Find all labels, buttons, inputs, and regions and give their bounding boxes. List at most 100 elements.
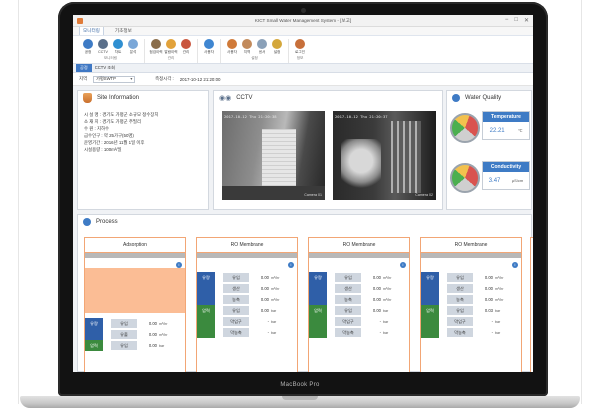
row-category: 압력 [309, 305, 327, 316]
site-info-line: 소 재 지 : 경기도 가평군 주필리 [84, 119, 142, 124]
region-icon [242, 39, 252, 49]
camera-name: Camera 02 [415, 193, 433, 197]
camera-feed-2[interactable]: 2017-10-12 Thu 21:20:37 Camera 02 [333, 111, 436, 200]
user-icon [227, 39, 237, 49]
metric-unit: ℃ [517, 128, 523, 133]
doc-tab-badge[interactable]: 공정 [76, 64, 92, 72]
row-category [197, 327, 215, 338]
ribbon-button[interactable]: 사용자 [203, 39, 215, 55]
row-value: 0.00 [148, 343, 157, 348]
ribbon-button[interactable]: 지역 [241, 39, 253, 55]
process-card-title: RO Membrane [421, 238, 521, 253]
ribbon-button[interactable]: 로그인 [294, 39, 306, 55]
row-value: 0.00 [148, 321, 157, 326]
chevron-down-icon: ▼ [129, 77, 134, 81]
time-label: 측정시각 : [155, 76, 174, 81]
row-label: 농축 [335, 295, 361, 304]
metric-unit: µS/cm [511, 178, 524, 183]
row-category [85, 329, 103, 340]
ribbon-button[interactable]: 차트 [112, 39, 124, 55]
process-card[interactable]: RO Membrane i 유량 유입 0.00 m³/hr 생산 0.00 m³/hr 농축 0.… [308, 237, 410, 372]
row-value: 0.00 [260, 275, 269, 280]
water-quality-icon [452, 94, 460, 102]
process-card[interactable]: RO Membrane i 유량 유입 0.00 m³/hr 생산 0.00 m³/hr 농축 0.… [420, 237, 522, 372]
info-icon[interactable]: i [288, 262, 294, 268]
row-unit: m³/hr [495, 297, 504, 302]
row-label: 유입 [447, 306, 473, 315]
process-card[interactable]: Adsorption i 유량 유입 0.00 m³/hr 유출 0.00 m³/hr 압력 유입 0… [84, 237, 186, 372]
row-unit: m³/hr [159, 332, 168, 337]
process-row: 막농축 - bar [197, 327, 297, 338]
row-unit: bar [495, 330, 501, 335]
row-label: 유입 [111, 341, 137, 350]
tab-monitoring[interactable]: 모니터링 [79, 26, 104, 35]
doc-tab-label[interactable]: CCTV 조회 [95, 65, 115, 71]
ribbon-tabs: 모니터링 기초정보 [73, 26, 533, 36]
region-label: 지역 [79, 76, 88, 81]
ribbon-button[interactable]: 분석 [127, 39, 139, 55]
row-category: 유량 [421, 272, 439, 283]
process-row: 농축 0.00 m³/hr [309, 294, 409, 305]
row-unit: bar [383, 319, 389, 324]
info-icon[interactable]: i [400, 262, 406, 268]
row-value: - [379, 330, 381, 335]
row-label: 유입 [223, 273, 249, 282]
row-value: - [491, 330, 493, 335]
time-value: 2017-10-12 21:20:00 [179, 76, 221, 82]
ribbon-button[interactable]: 사용자 [226, 39, 238, 55]
row-value: - [491, 319, 493, 324]
process-rows: 유량 유입 0.00 m³/hr 생산 0.00 m³/hr 농축 0.00 m³/hr 압력 유입 0… [309, 272, 409, 338]
row-unit: bar [495, 319, 501, 324]
ribbon-button[interactable]: 알람이력 [164, 39, 178, 55]
process-card-partial [530, 237, 533, 372]
ribbon-button-label: 센서 [258, 50, 266, 54]
ribbon-button[interactable]: 공정 [82, 39, 94, 55]
close-button[interactable]: ✕ [524, 17, 529, 24]
row-value: - [267, 319, 269, 324]
row-category: 유량 [309, 272, 327, 283]
region-select[interactable]: 가평SWTP ▼ [93, 75, 136, 83]
row-category [309, 316, 327, 327]
ribbon-button[interactable]: 센서 [256, 39, 268, 55]
temperature-gauge-icon [450, 113, 480, 143]
camera-feed-1[interactable]: 2017-10-12 Thu 21:20:38 Camera 01 [222, 111, 325, 200]
row-category: 유량 [85, 318, 103, 329]
ribbon-button[interactable]: 설정 [271, 39, 283, 55]
row-category [309, 283, 327, 294]
row-category: 유량 [197, 272, 215, 283]
process-row: 생산 0.00 m³/hr [421, 283, 521, 294]
cctv-icon [98, 39, 108, 49]
alarm-icon [166, 39, 176, 49]
tab-basic-info[interactable]: 기초정보 [112, 27, 135, 35]
row-category [421, 294, 439, 305]
ribbon-button[interactable]: CCTV [97, 39, 109, 55]
process-row: 농축 0.00 m³/hr [197, 294, 297, 305]
process-row: 생산 0.00 m³/hr [197, 283, 297, 294]
row-label: 유입 [335, 306, 361, 315]
row-category: 압력 [197, 305, 215, 316]
ribbon-button-label: 설정 [273, 50, 281, 54]
site-info-line: 급수인구 : 약 25가구(50명) [84, 133, 134, 138]
row-value: 0.00 [372, 275, 381, 280]
row-category [421, 283, 439, 294]
region-select-value: 가평SWTP [96, 76, 116, 81]
maximize-button[interactable]: □ [514, 17, 518, 24]
process-row: 막농축 - bar [421, 327, 521, 338]
water-quality-title: Water Quality [465, 95, 502, 101]
chart-icon [113, 39, 123, 49]
minimize-button[interactable]: − [505, 17, 509, 24]
process-card-bar [309, 253, 409, 258]
process-row: 농축 0.00 m³/hr [421, 294, 521, 305]
row-unit: bar [495, 308, 501, 313]
metric-name: Conductivity [483, 162, 529, 172]
info-icon[interactable]: i [512, 262, 518, 268]
ribbon-group: 공정 CCTV 차트 분석 모니터링 [77, 39, 145, 63]
filter-bar: 지역 가평SWTP ▼ 측정시각 : 2017-10-12 21:20:00 [73, 73, 533, 86]
adsorption-fill [85, 268, 185, 313]
process-card-bar [421, 253, 521, 258]
ribbon-button[interactable]: 점검이력 [149, 39, 163, 55]
process-card[interactable]: RO Membrane i 유량 유입 0.00 m³/hr 생산 0.00 m³/hr 농축 0.… [196, 237, 298, 372]
row-category [309, 327, 327, 338]
ribbon-button-label: 알람이력 [164, 50, 178, 54]
ribbon-button[interactable]: 관리 [180, 39, 192, 55]
